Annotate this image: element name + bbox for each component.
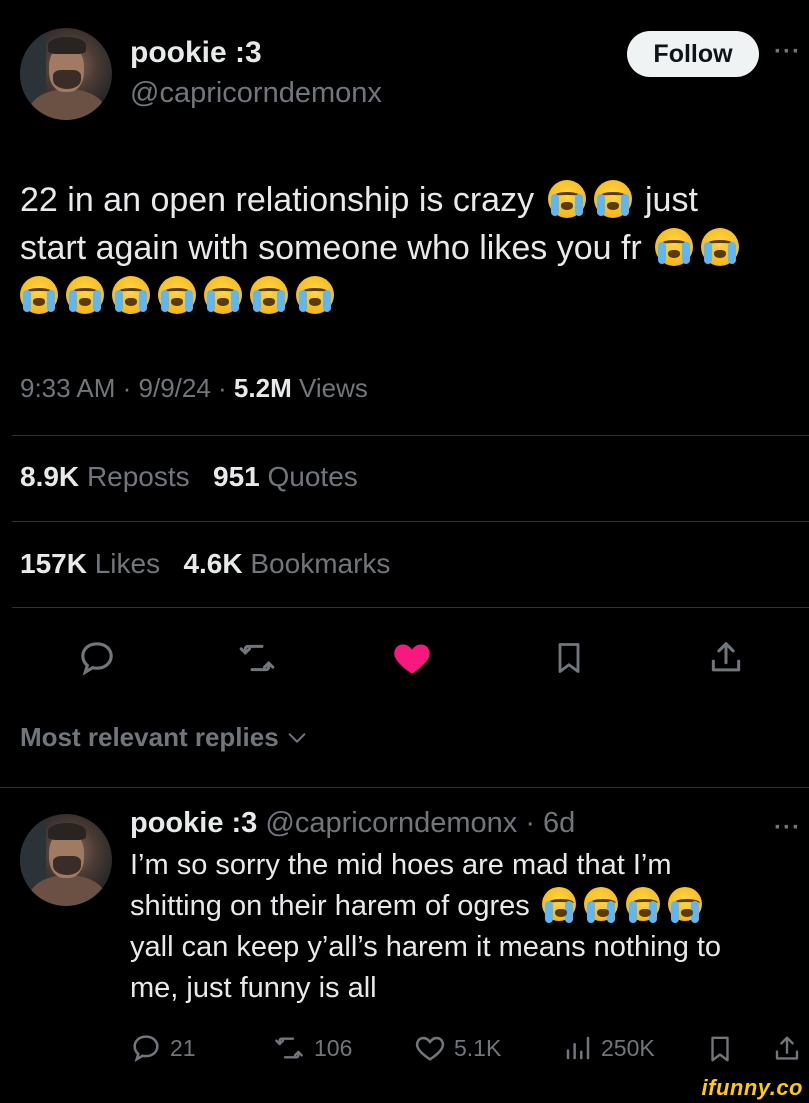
reply-author-avatar[interactable] xyxy=(20,814,112,906)
likes-count: 157K xyxy=(20,548,87,579)
reposts-count: 8.9K xyxy=(20,461,80,492)
views-icon xyxy=(566,1036,590,1060)
repost-stats: 8.9K Reposts 951 Quotes xyxy=(20,461,358,493)
tweet-text-line2: start again with someone who likes you f… xyxy=(20,229,642,267)
reply-age[interactable]: · 6d xyxy=(525,807,575,839)
tweet-text-line1: 22 in an open relationship is crazy xyxy=(20,181,535,219)
tweet-text: 22 in an open relationship is crazy just… xyxy=(20,176,790,320)
views-label: Views xyxy=(298,373,368,403)
reply-repost-button[interactable]: 106 xyxy=(272,1032,352,1064)
tweet-meta: 9:33 AM · 9/9/24 · 5.2M Views xyxy=(20,373,368,403)
bookmarks-count: 4.6K xyxy=(183,548,243,579)
loudly-crying-emoji xyxy=(625,887,660,923)
replies-sort-dropdown[interactable]: Most relevant replies xyxy=(20,722,308,753)
reply-repost-count: 106 xyxy=(314,1034,353,1061)
reply-text: I’m so sorry the mid hoes are mad that I… xyxy=(130,845,800,1009)
loudly-crying-emoji xyxy=(593,180,632,218)
share-icon[interactable] xyxy=(702,634,750,682)
reply-author-name[interactable]: pookie :3 xyxy=(130,807,257,839)
loudly-crying-emoji xyxy=(20,276,58,314)
quotes-count: 951 xyxy=(213,461,260,492)
tweet-time[interactable]: 9:33 AM xyxy=(20,373,115,403)
repost-icon xyxy=(275,1037,303,1059)
reply-icon[interactable] xyxy=(73,634,121,682)
reply-like-button[interactable]: 5.1K xyxy=(414,1032,501,1064)
likes-label: Likes xyxy=(94,548,161,579)
loudly-crying-emoji xyxy=(667,887,702,923)
author-handle[interactable]: @capricorndemonx xyxy=(130,77,382,110)
more-icon[interactable]: ··· xyxy=(774,814,801,842)
loudly-crying-emoji xyxy=(250,276,288,314)
share-icon xyxy=(775,1036,799,1060)
like-stats: 157K Likes 4.6K Bookmarks xyxy=(20,548,390,580)
loudly-crying-emoji xyxy=(547,180,586,218)
quotes-label: Quotes xyxy=(267,461,358,492)
author-avatar[interactable] xyxy=(20,28,112,120)
reply-reply-button[interactable]: 21 xyxy=(130,1032,196,1064)
reply-views-button[interactable]: 250K xyxy=(563,1032,655,1064)
loudly-crying-emoji xyxy=(66,276,104,314)
loudly-crying-emoji xyxy=(583,887,618,923)
loudly-crying-emoji xyxy=(655,228,694,266)
heart-icon xyxy=(415,1036,445,1061)
bookmark-icon[interactable] xyxy=(545,634,593,682)
repost-icon[interactable] xyxy=(233,634,281,682)
reply-like-count: 5.1K xyxy=(454,1034,502,1061)
chevron-down-icon xyxy=(288,733,306,743)
reply-bookmark-button[interactable] xyxy=(705,1032,735,1066)
divider xyxy=(0,787,809,788)
reply-share-button[interactable] xyxy=(772,1032,802,1066)
divider xyxy=(12,521,809,522)
heart-icon[interactable] xyxy=(388,634,436,682)
reply-line4: me, just funny is all xyxy=(130,972,377,1004)
divider xyxy=(12,607,809,608)
reply-view-count: 250K xyxy=(601,1034,655,1061)
watermark: ifunny.co xyxy=(701,1075,803,1100)
quotes-link[interactable]: 951 Quotes xyxy=(213,461,358,492)
loudly-crying-emoji xyxy=(701,228,740,266)
reposts-label: Reposts xyxy=(86,461,190,492)
replies-sort-label: Most relevant replies xyxy=(20,722,279,752)
bookmarks-link[interactable]: 4.6K Bookmarks xyxy=(183,548,390,579)
loudly-crying-emoji xyxy=(112,276,150,314)
loudly-crying-emoji xyxy=(158,276,196,314)
follow-button[interactable]: Follow xyxy=(627,31,759,77)
more-icon[interactable]: ··· xyxy=(774,38,801,66)
reply-line2: shitting on their harem of ogres xyxy=(130,890,530,922)
tweet-text-line1b: just xyxy=(645,181,698,219)
loudly-crying-emoji xyxy=(204,276,242,314)
bookmarks-label: Bookmarks xyxy=(250,548,391,579)
loudly-crying-emoji xyxy=(541,887,576,923)
tweet-date[interactable]: 9/9/24 xyxy=(139,373,211,403)
bookmark-icon xyxy=(711,1036,729,1062)
reply-header: pookie :3 @capricorndemonx · 6d xyxy=(130,807,575,840)
reposts-link[interactable]: 8.9K Reposts xyxy=(20,461,190,492)
loudly-crying-emoji xyxy=(296,276,334,314)
footer-bar xyxy=(0,1085,809,1103)
likes-link[interactable]: 157K Likes xyxy=(20,548,160,579)
reply-line1: I’m so sorry the mid hoes are mad that I… xyxy=(130,849,672,881)
reply-line3: yall can keep y’all’s harem it means not… xyxy=(130,931,722,963)
divider xyxy=(12,435,809,436)
reply-reply-count: 21 xyxy=(170,1034,196,1061)
views-count: 5.2M xyxy=(233,373,292,403)
reply-author-handle[interactable]: @capricorndemonx xyxy=(265,807,517,839)
reply-icon xyxy=(133,1035,159,1063)
author-name[interactable]: pookie :3 xyxy=(130,36,262,70)
